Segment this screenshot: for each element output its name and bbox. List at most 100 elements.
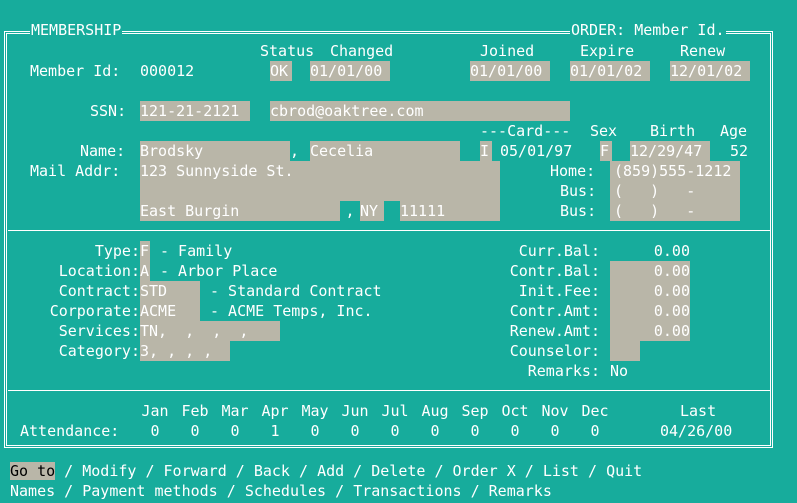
contract-code-field[interactable]: STD (140, 281, 200, 301)
corporate-label: Corporate: (49, 302, 140, 320)
attendance-count-dec: 0 (590, 422, 600, 440)
ssn-label: SSN: (90, 102, 127, 120)
bus-phone-field-1[interactable]: ( ) - (614, 181, 695, 201)
menu-item-forward[interactable]: Forward (164, 462, 227, 480)
menu-separator: / (217, 482, 245, 500)
renew-amt-field[interactable]: 0.00 (610, 321, 690, 341)
attendance-count-feb: 0 (190, 422, 200, 440)
attendance-month-jun: Jun (341, 402, 369, 420)
menu-item-back[interactable]: Back (254, 462, 290, 480)
state-field[interactable]: NY (360, 201, 384, 221)
home-phone-field[interactable]: (859)555-1212 (614, 161, 731, 181)
contract-desc: - Standard Contract (210, 282, 382, 300)
init-fee-field[interactable]: 0.00 (610, 281, 690, 301)
command-menu-secondary: Names / Payment methods / Schedules / Tr… (10, 481, 552, 501)
menu-separator: / (578, 462, 607, 480)
menu-separator: / (425, 462, 453, 480)
last-attendance-value: 04/26/00 (660, 422, 733, 440)
remarks-value[interactable]: No (610, 361, 628, 381)
contr-bal-field[interactable]: 0.00 (610, 261, 690, 281)
menu-separator: / (515, 462, 543, 480)
menu-separator: / (136, 462, 164, 480)
section-divider-1 (8, 230, 771, 231)
category-label: Category: (58, 342, 140, 360)
menu-item-remarks[interactable]: Remarks (489, 482, 552, 500)
category-field[interactable]: 3, , , , (140, 341, 230, 361)
bus-phone-field-2[interactable]: ( ) - (614, 201, 695, 221)
email-field[interactable]: cbrod@oaktree.com (270, 101, 570, 121)
bus-phone-label-2: Bus: (560, 202, 597, 220)
menu-item-transactions[interactable]: Transactions (353, 482, 461, 500)
type-code-field[interactable]: F (140, 241, 150, 261)
type-label: Type: (94, 242, 140, 260)
counselor-field[interactable] (610, 341, 640, 361)
attendance-month-mar: Mar (221, 402, 249, 420)
attendance-month-feb: Feb (181, 402, 209, 420)
menu-item-order-x[interactable]: Order X (453, 462, 516, 480)
menu-item-go-to[interactable]: Go to (10, 462, 56, 480)
attendance-count-sep: 0 (470, 422, 480, 440)
init-fee-label: Init.Fee: (518, 282, 600, 300)
curr-bal-value: 0.00 (653, 242, 690, 260)
attendance-label: Attendance: (20, 422, 120, 440)
menu-item-names[interactable]: Names (10, 482, 55, 500)
member-id-value[interactable]: 000012 (140, 61, 194, 81)
city-field[interactable]: East Burgin (140, 201, 340, 221)
last-name-field[interactable]: Brodsky (140, 141, 290, 161)
card-date-value: 05/01/97 (500, 142, 573, 160)
membership-frame (4, 31, 773, 448)
card-type-field[interactable]: I (480, 141, 492, 161)
attendance-month-aug: Aug (421, 402, 449, 420)
birth-field[interactable]: 12/29/47 (630, 141, 710, 161)
last-attendance-label: Last (680, 402, 717, 420)
menu-separator: / (226, 462, 254, 480)
order-title: ORDER: Member Id. (570, 21, 726, 39)
location-desc: - Arbor Place (160, 262, 278, 280)
menu-item-modify[interactable]: Modify (82, 462, 136, 480)
corporate-desc: - ACME Temps, Inc. (210, 302, 373, 320)
menu-item-delete[interactable]: Delete (371, 462, 425, 480)
sex-field[interactable]: F (600, 141, 612, 161)
menu-item-add[interactable]: Add (317, 462, 344, 480)
contr-amt-label: Contr.Amt: (509, 302, 600, 320)
contr-amt-field[interactable]: 0.00 (610, 301, 690, 321)
attendance-count-jul: 0 (390, 422, 400, 440)
services-field[interactable]: TN, , , , (140, 321, 280, 341)
status-field[interactable]: OK (270, 61, 292, 81)
card-label: ---Card--- (480, 122, 571, 140)
joined-field[interactable]: 01/01/00 (470, 61, 550, 81)
contr-bal-label: Contr.Bal: (509, 262, 600, 280)
menu-item-list[interactable]: List (543, 462, 579, 480)
status-label: Status (260, 42, 315, 60)
location-code-field[interactable]: A (140, 261, 150, 281)
address-line1[interactable]: 123 Sunnyside St. (140, 161, 294, 181)
section-divider-2 (8, 390, 771, 391)
menu-separator: / (461, 482, 489, 500)
menu-item-payment-methods[interactable]: Payment methods (82, 482, 217, 500)
corporate-code-field[interactable]: ACME (140, 301, 200, 321)
name-label: Name: (80, 142, 126, 160)
birth-label: Birth (650, 122, 696, 140)
ssn-field[interactable]: 121-21-2121 (140, 101, 250, 121)
first-name-field[interactable]: Cecelia (310, 141, 460, 161)
sex-label: Sex (590, 122, 618, 140)
attendance-month-dec: Dec (581, 402, 609, 420)
member-id-label: Member Id: (30, 62, 121, 80)
age-label: Age (720, 122, 748, 140)
menu-item-schedules[interactable]: Schedules (245, 482, 326, 500)
command-menu-primary: Go to / Modify / Forward / Back / Add / … (10, 461, 642, 481)
menu-separator: / (326, 482, 354, 500)
joined-label: Joined (480, 42, 535, 60)
expire-field[interactable]: 01/01/02 (570, 61, 650, 81)
counselor-label: Counselor: (509, 342, 600, 360)
renew-field[interactable]: 12/01/02 (670, 61, 750, 81)
age-value: 52 (730, 142, 749, 160)
name-separator: , (290, 142, 300, 160)
location-label: Location: (58, 262, 140, 280)
type-desc: - Family (160, 242, 233, 260)
contract-label: Contract: (58, 282, 140, 300)
changed-field[interactable]: 01/01/00 (310, 61, 390, 81)
zip-field[interactable]: 11111 (400, 201, 445, 221)
changed-label: Changed (330, 42, 394, 60)
menu-item-quit[interactable]: Quit (606, 462, 642, 480)
